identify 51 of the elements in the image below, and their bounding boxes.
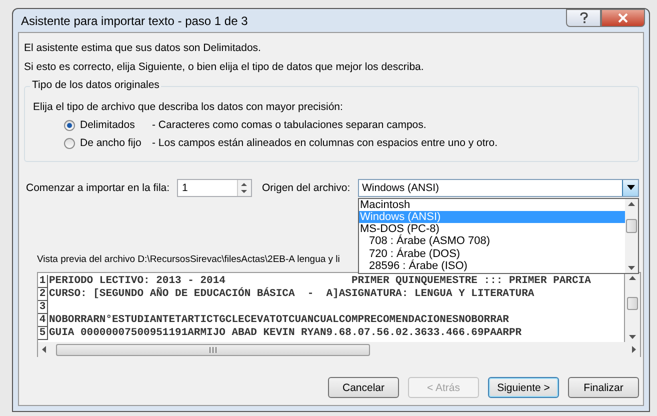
dropdown-option[interactable]: 28596 : Árabe (ISO) [359, 260, 625, 272]
radio-label[interactable]: De ancho fijo [80, 137, 152, 149]
intro-text: El asistente estima que sus datos son Delimitados. [24, 41, 262, 56]
radio-label[interactable]: Delimitados [80, 119, 152, 131]
line-number: 3 [38, 301, 48, 314]
down-arrow-icon[interactable] [629, 335, 636, 339]
down-arrow-icon [626, 185, 634, 190]
preview-line: NOBORRARN°ESTUDIANTETARTICTGCLECEVATOTCUANCUALCOMPRECOMENDACIONESNOBORRAR [48, 314, 509, 327]
intro-text: Si esto es correcto, elija Siguiente, o bien elija el tipo de datos que mejor los describa. [24, 60, 425, 75]
start-row-field[interactable]: 1 [177, 178, 252, 196]
preview-vertical-scrollbar[interactable] [625, 273, 640, 342]
dialog-button[interactable]: Siguiente > [488, 377, 559, 398]
dropdown-arrow-button[interactable] [622, 180, 638, 196]
right-arrow-icon[interactable] [632, 346, 636, 353]
preview-line: GUIA 00000007500951191ARMIJO ABAD KEVIN RYAN9.68.07.56.02.3633.466.69PAARPR [48, 327, 522, 340]
radio-button[interactable] [64, 120, 75, 130]
left-arrow-icon[interactable] [42, 346, 46, 353]
dialog-button[interactable]: Finalizar [568, 377, 639, 398]
up-arrow-icon[interactable] [628, 202, 635, 206]
start-row-label: Comenzar a importar en la fila: [26, 182, 171, 194]
instruction-text: Elija el tipo de archivo que describa los datos con mayor precisión: [33, 101, 344, 113]
dropdown-option[interactable]: 720 : Árabe (DOS) [359, 248, 625, 260]
scroll-thumb[interactable] [627, 297, 638, 310]
preview-line: CURSO: [SEGUNDO AÑO DE EDUCACIÓN BÁSICA - A]ASIGNATURA: LENGUA Y LITERATURA [48, 288, 534, 301]
origin-label: Origen del archivo: [262, 182, 352, 194]
down-arrow-icon[interactable] [628, 266, 635, 270]
group-title: Tipo de los datos originales [30, 79, 162, 91]
option-description: - Caracteres como comas o tabulaciones separan campos. [152, 119, 426, 131]
line-number: 4 [38, 314, 48, 327]
help-icon [578, 12, 588, 24]
dropdown-option[interactable]: MS-DOS (PC-8) [359, 223, 625, 236]
preview-label: Vista previa del archivo D:\RecursosSirevac\filesActas\2EB-A lengua y li [37, 253, 340, 267]
list-scrollbar[interactable] [625, 198, 638, 272]
scroll-thumb[interactable] [626, 218, 637, 232]
close-icon [618, 13, 628, 23]
dropdown-option[interactable]: 708 : Árabe (ASMO 708) [359, 235, 625, 248]
line-number: 2 [38, 288, 48, 301]
up-arrow-icon[interactable] [629, 276, 636, 280]
window-title: Asistente para importar texto - paso 1 de 3 [21, 14, 248, 28]
option-description: - Los campos están alineados en columnas con espacios entre uno y otro. [152, 137, 498, 149]
spin-buttons[interactable] [237, 180, 251, 196]
preview-line: PERIODO LECTIVO: 2013 - 2014 PRIMER QUINQUEMESTRE ::: PRIMER PARCIA [48, 275, 591, 287]
help-button[interactable] [566, 9, 601, 27]
close-button[interactable] [601, 9, 645, 27]
origin-dropdown[interactable]: Windows (ANSI) [358, 178, 639, 196]
radio-button[interactable] [64, 138, 75, 148]
line-number: 1 [38, 275, 48, 288]
dropdown-option[interactable]: Macintosh [359, 198, 625, 211]
grip-icon [209, 346, 217, 352]
dialog-button[interactable]: Cancelar [328, 377, 399, 398]
line-number: 5 [38, 327, 48, 340]
